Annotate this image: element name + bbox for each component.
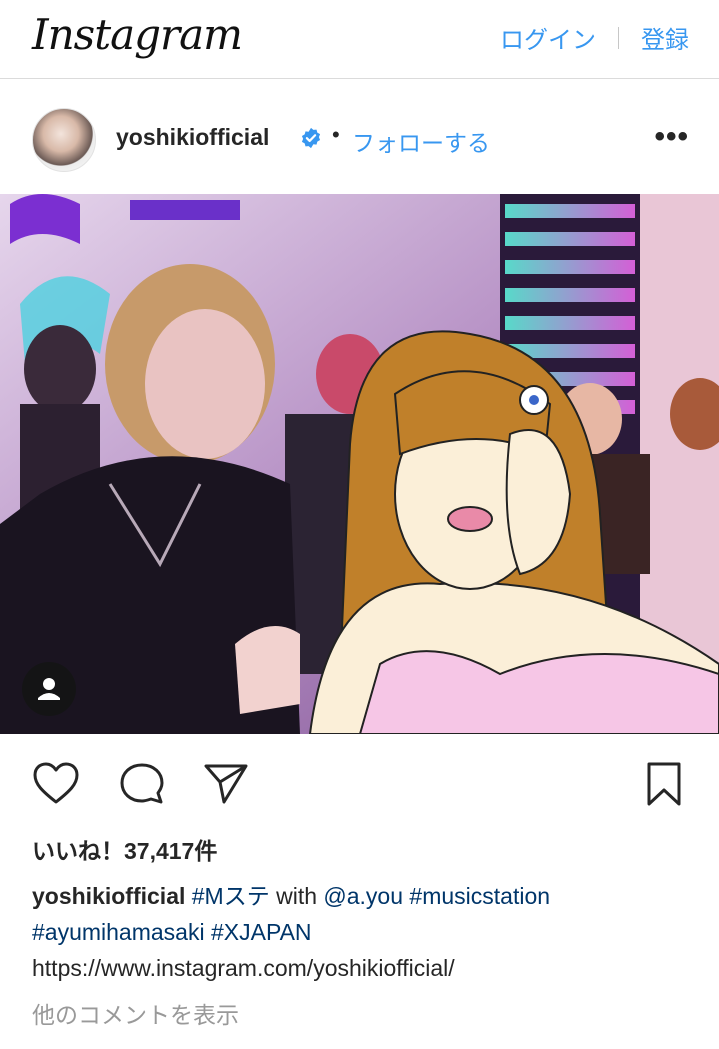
header-separator: • — [332, 122, 340, 147]
caption-url: https://www.instagram.com/yoshikiofficia… — [32, 955, 455, 981]
login-link[interactable]: ログイン — [500, 20, 596, 55]
mention-link[interactable]: @a.you — [323, 883, 403, 909]
user-icon — [38, 678, 60, 700]
avatar[interactable] — [32, 108, 96, 172]
post-actions — [0, 760, 719, 810]
follow-button[interactable]: フォローする — [352, 124, 490, 158]
top-nav-bar: Instagram ログイン 登録 — [0, 0, 719, 79]
like-count[interactable]: いいね！37,417件 — [32, 832, 217, 866]
tagged-users-button[interactable] — [22, 662, 76, 716]
paper-plane-icon[interactable] — [202, 760, 250, 806]
caption-username[interactable]: yoshikiofficial — [32, 883, 185, 909]
hashtag-link[interactable]: #Mステ — [192, 883, 270, 909]
post-photo[interactable] — [0, 194, 719, 734]
view-comments-link[interactable]: 他のコメントを表示 — [32, 996, 239, 1030]
heart-icon[interactable] — [32, 760, 80, 806]
comment-icon[interactable] — [118, 760, 166, 806]
bookmark-icon[interactable] — [644, 760, 684, 808]
hashtag-link[interactable]: #musicstation — [409, 883, 550, 909]
instagram-logo[interactable]: Instagram — [32, 10, 243, 59]
caption-text: with — [276, 883, 318, 909]
photo-image — [0, 194, 719, 734]
post-caption: yoshikiofficial #Mステ with @a.you #musics… — [32, 878, 692, 986]
post-header: yoshikiofficial • フォローする ••• — [0, 96, 719, 182]
auth-links: ログイン 登録 — [500, 20, 689, 55]
signup-link[interactable]: 登録 — [641, 20, 689, 55]
hashtag-link[interactable]: #ayumihamasaki — [32, 919, 205, 945]
auth-divider — [618, 26, 619, 49]
hashtag-link[interactable]: #XJAPAN — [211, 919, 312, 945]
verified-badge-icon — [301, 127, 321, 149]
more-options-button[interactable]: ••• — [654, 120, 689, 154]
post-username[interactable]: yoshikiofficial — [116, 124, 269, 151]
